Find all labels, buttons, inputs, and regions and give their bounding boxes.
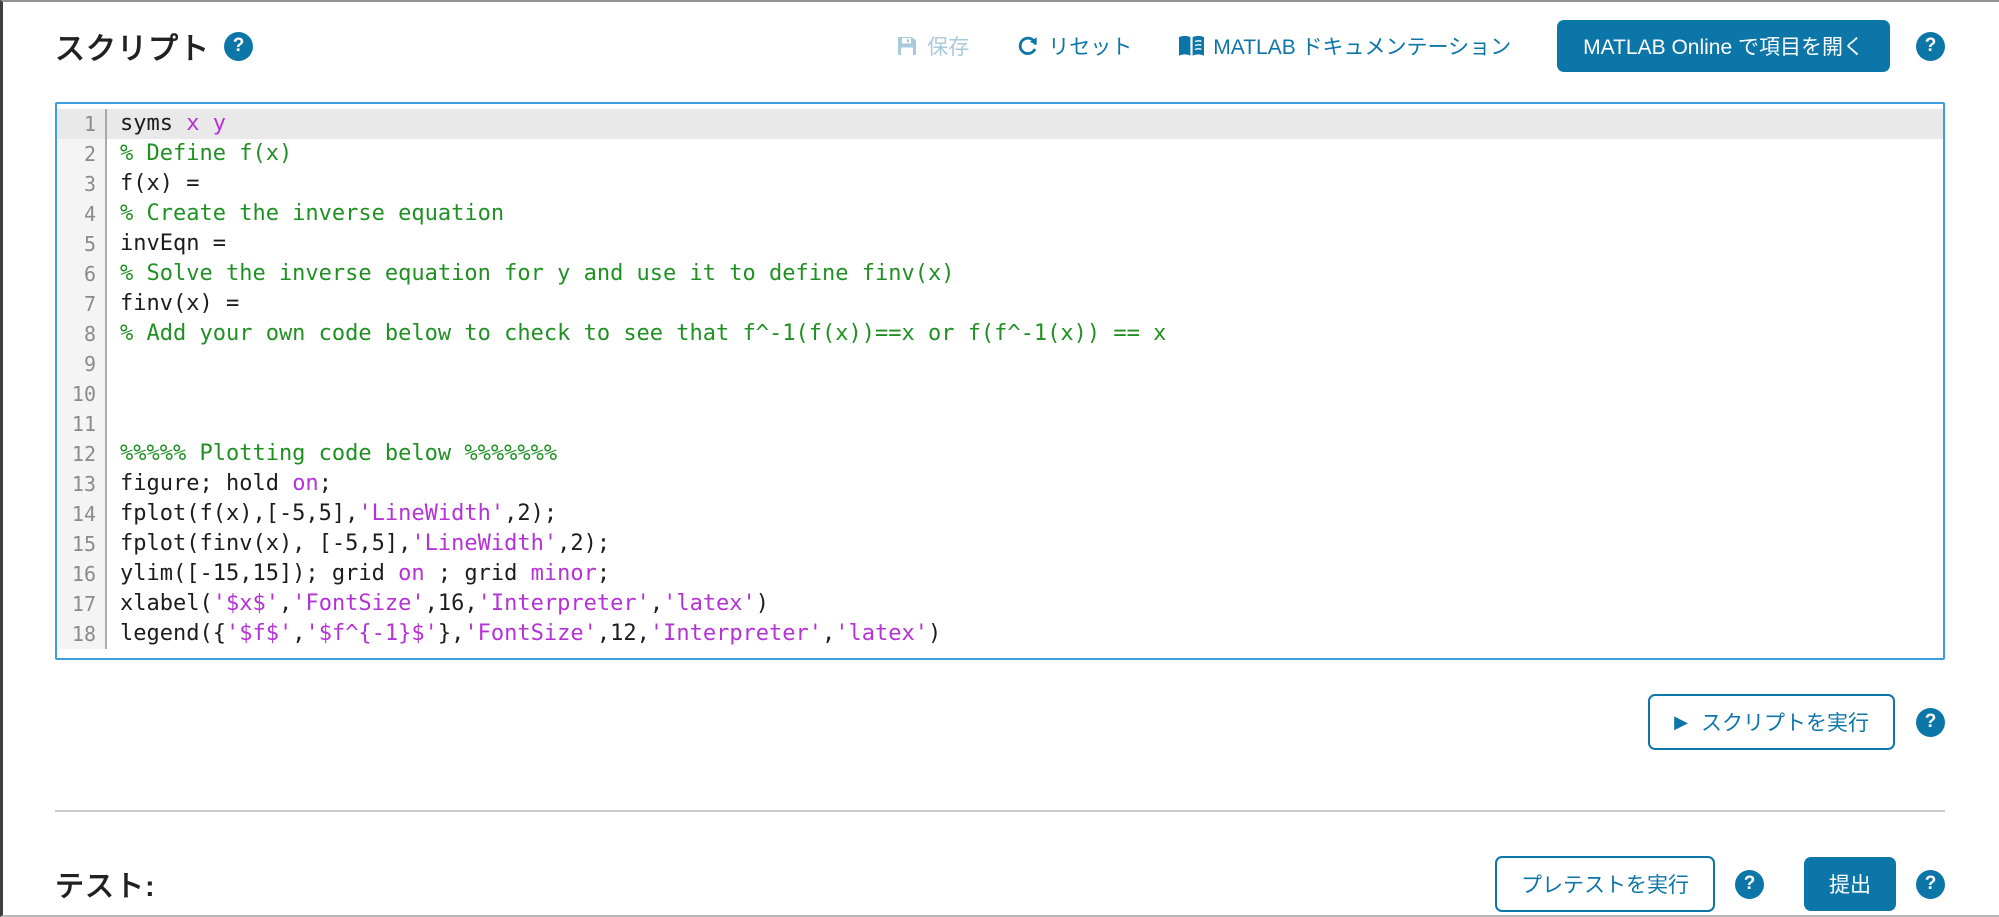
code-line-text: legend({'$f$','$f^{-1}$'},'FontSize',12,… [107, 619, 941, 649]
line-number: 15 [57, 529, 107, 559]
code-line-text: finv(x) = [107, 289, 239, 319]
line-number: 14 [57, 499, 107, 529]
line-number: 4 [57, 199, 107, 229]
open-online-help-icon[interactable]: ? [1916, 32, 1945, 61]
reset-button[interactable]: リセット [1015, 31, 1132, 61]
pretests-help-icon[interactable]: ? [1735, 870, 1764, 899]
run-script-row: ▶ スクリプトを実行 ? [55, 694, 1945, 750]
run-script-button[interactable]: ▶ スクリプトを実行 [1648, 694, 1895, 750]
code-line-text: invEqn = [107, 229, 226, 259]
code-editor[interactable]: 1syms x y2% Define f(x)3f(x) =4% Create … [55, 102, 1945, 660]
code-line[interactable]: 8% Add your own code below to check to s… [57, 319, 1943, 349]
reset-label: リセット [1048, 31, 1132, 61]
toolbar: 保存 リセット M [895, 20, 1945, 72]
header: スクリプト ? 保存 リセット [55, 2, 1945, 72]
submit-button[interactable]: 提出 [1804, 857, 1896, 911]
code-line-text: % Add your own code below to check to se… [107, 319, 1166, 349]
run-pretests-label: プレテストを実行 [1521, 869, 1689, 899]
script-help-icon[interactable]: ? [224, 32, 253, 61]
run-script-label: スクリプトを実行 [1701, 707, 1869, 737]
code-line[interactable]: 1syms x y [57, 109, 1943, 139]
code-line-text [107, 349, 120, 379]
run-pretests-button[interactable]: プレテストを実行 [1495, 856, 1715, 912]
line-number: 10 [57, 379, 107, 409]
code-line-text: xlabel('$x$','FontSize',16,'Interpreter'… [107, 589, 769, 619]
line-number: 17 [57, 589, 107, 619]
code-line-text: fplot(finv(x), [-5,5],'LineWidth',2); [107, 529, 610, 559]
code-line-text: syms x y [107, 109, 226, 139]
code-line[interactable]: 16ylim([-15,15]); grid on ; grid minor; [57, 559, 1943, 589]
line-number: 12 [57, 439, 107, 469]
code-line-text: f(x) = [107, 169, 199, 199]
code-line-text: % Define f(x) [107, 139, 292, 169]
code-line-text: figure; hold on; [107, 469, 332, 499]
save-label: 保存 [927, 31, 969, 61]
code-line-text [107, 379, 120, 409]
line-number: 11 [57, 409, 107, 439]
code-line[interactable]: 5invEqn = [57, 229, 1943, 259]
code-line-text: ylim([-15,15]); grid on ; grid minor; [107, 559, 610, 589]
play-icon: ▶ [1674, 712, 1688, 733]
line-number: 18 [57, 619, 107, 649]
code-line[interactable]: 15fplot(finv(x), [-5,5],'LineWidth',2); [57, 529, 1943, 559]
book-icon [1178, 35, 1205, 58]
code-line[interactable]: 18legend({'$f$','$f^{-1}$'},'FontSize',1… [57, 619, 1943, 649]
tests-section: テスト: プレテストを実行 ? 提出 ? [55, 856, 1945, 912]
docs-label: MATLAB ドキュメンテーション [1213, 31, 1511, 61]
code-line-text: % Solve the inverse equation for y and u… [107, 259, 954, 289]
code-line-text [107, 409, 120, 439]
tests-actions: プレテストを実行 ? 提出 ? [1495, 856, 1945, 912]
code-line[interactable]: 10 [57, 379, 1943, 409]
matlab-docs-link[interactable]: MATLAB ドキュメンテーション [1178, 31, 1511, 61]
submit-help-icon[interactable]: ? [1916, 870, 1945, 899]
line-number: 6 [57, 259, 107, 289]
line-number: 5 [57, 229, 107, 259]
code-line[interactable]: 9 [57, 349, 1943, 379]
code-line[interactable]: 12%%%%% Plotting code below %%%%%%% [57, 439, 1943, 469]
grader-script-page: スクリプト ? 保存 リセット [3, 2, 1999, 912]
page-title: スクリプト [55, 24, 210, 68]
code-line[interactable]: 14fplot(f(x),[-5,5],'LineWidth',2); [57, 499, 1943, 529]
line-number: 3 [57, 169, 107, 199]
code-line[interactable]: 7finv(x) = [57, 289, 1943, 319]
line-number: 2 [57, 139, 107, 169]
code-line[interactable]: 13figure; hold on; [57, 469, 1943, 499]
line-number: 7 [57, 289, 107, 319]
open-matlab-online-button[interactable]: MATLAB Online で項目を開く [1557, 20, 1890, 72]
code-line-text: %%%%% Plotting code below %%%%%%% [107, 439, 557, 469]
code-line[interactable]: 2% Define f(x) [57, 139, 1943, 169]
code-line-text: % Create the inverse equation [107, 199, 504, 229]
line-number: 9 [57, 349, 107, 379]
code-line[interactable]: 17xlabel('$x$','FontSize',16,'Interprete… [57, 589, 1943, 619]
line-number: 16 [57, 559, 107, 589]
code-line[interactable]: 3f(x) = [57, 169, 1943, 199]
section-divider [55, 810, 1945, 812]
save-button[interactable]: 保存 [895, 31, 969, 61]
floppy-disk-icon [895, 34, 919, 58]
line-number: 13 [57, 469, 107, 499]
line-number: 8 [57, 319, 107, 349]
line-number: 1 [57, 109, 107, 139]
tests-heading: テスト: [55, 863, 156, 905]
code-line[interactable]: 11 [57, 409, 1943, 439]
code-line-text: fplot(f(x),[-5,5],'LineWidth',2); [107, 499, 557, 529]
code-line[interactable]: 4% Create the inverse equation [57, 199, 1943, 229]
code-line[interactable]: 6% Solve the inverse equation for y and … [57, 259, 1943, 289]
run-script-help-icon[interactable]: ? [1916, 708, 1945, 737]
reset-icon [1015, 34, 1040, 59]
